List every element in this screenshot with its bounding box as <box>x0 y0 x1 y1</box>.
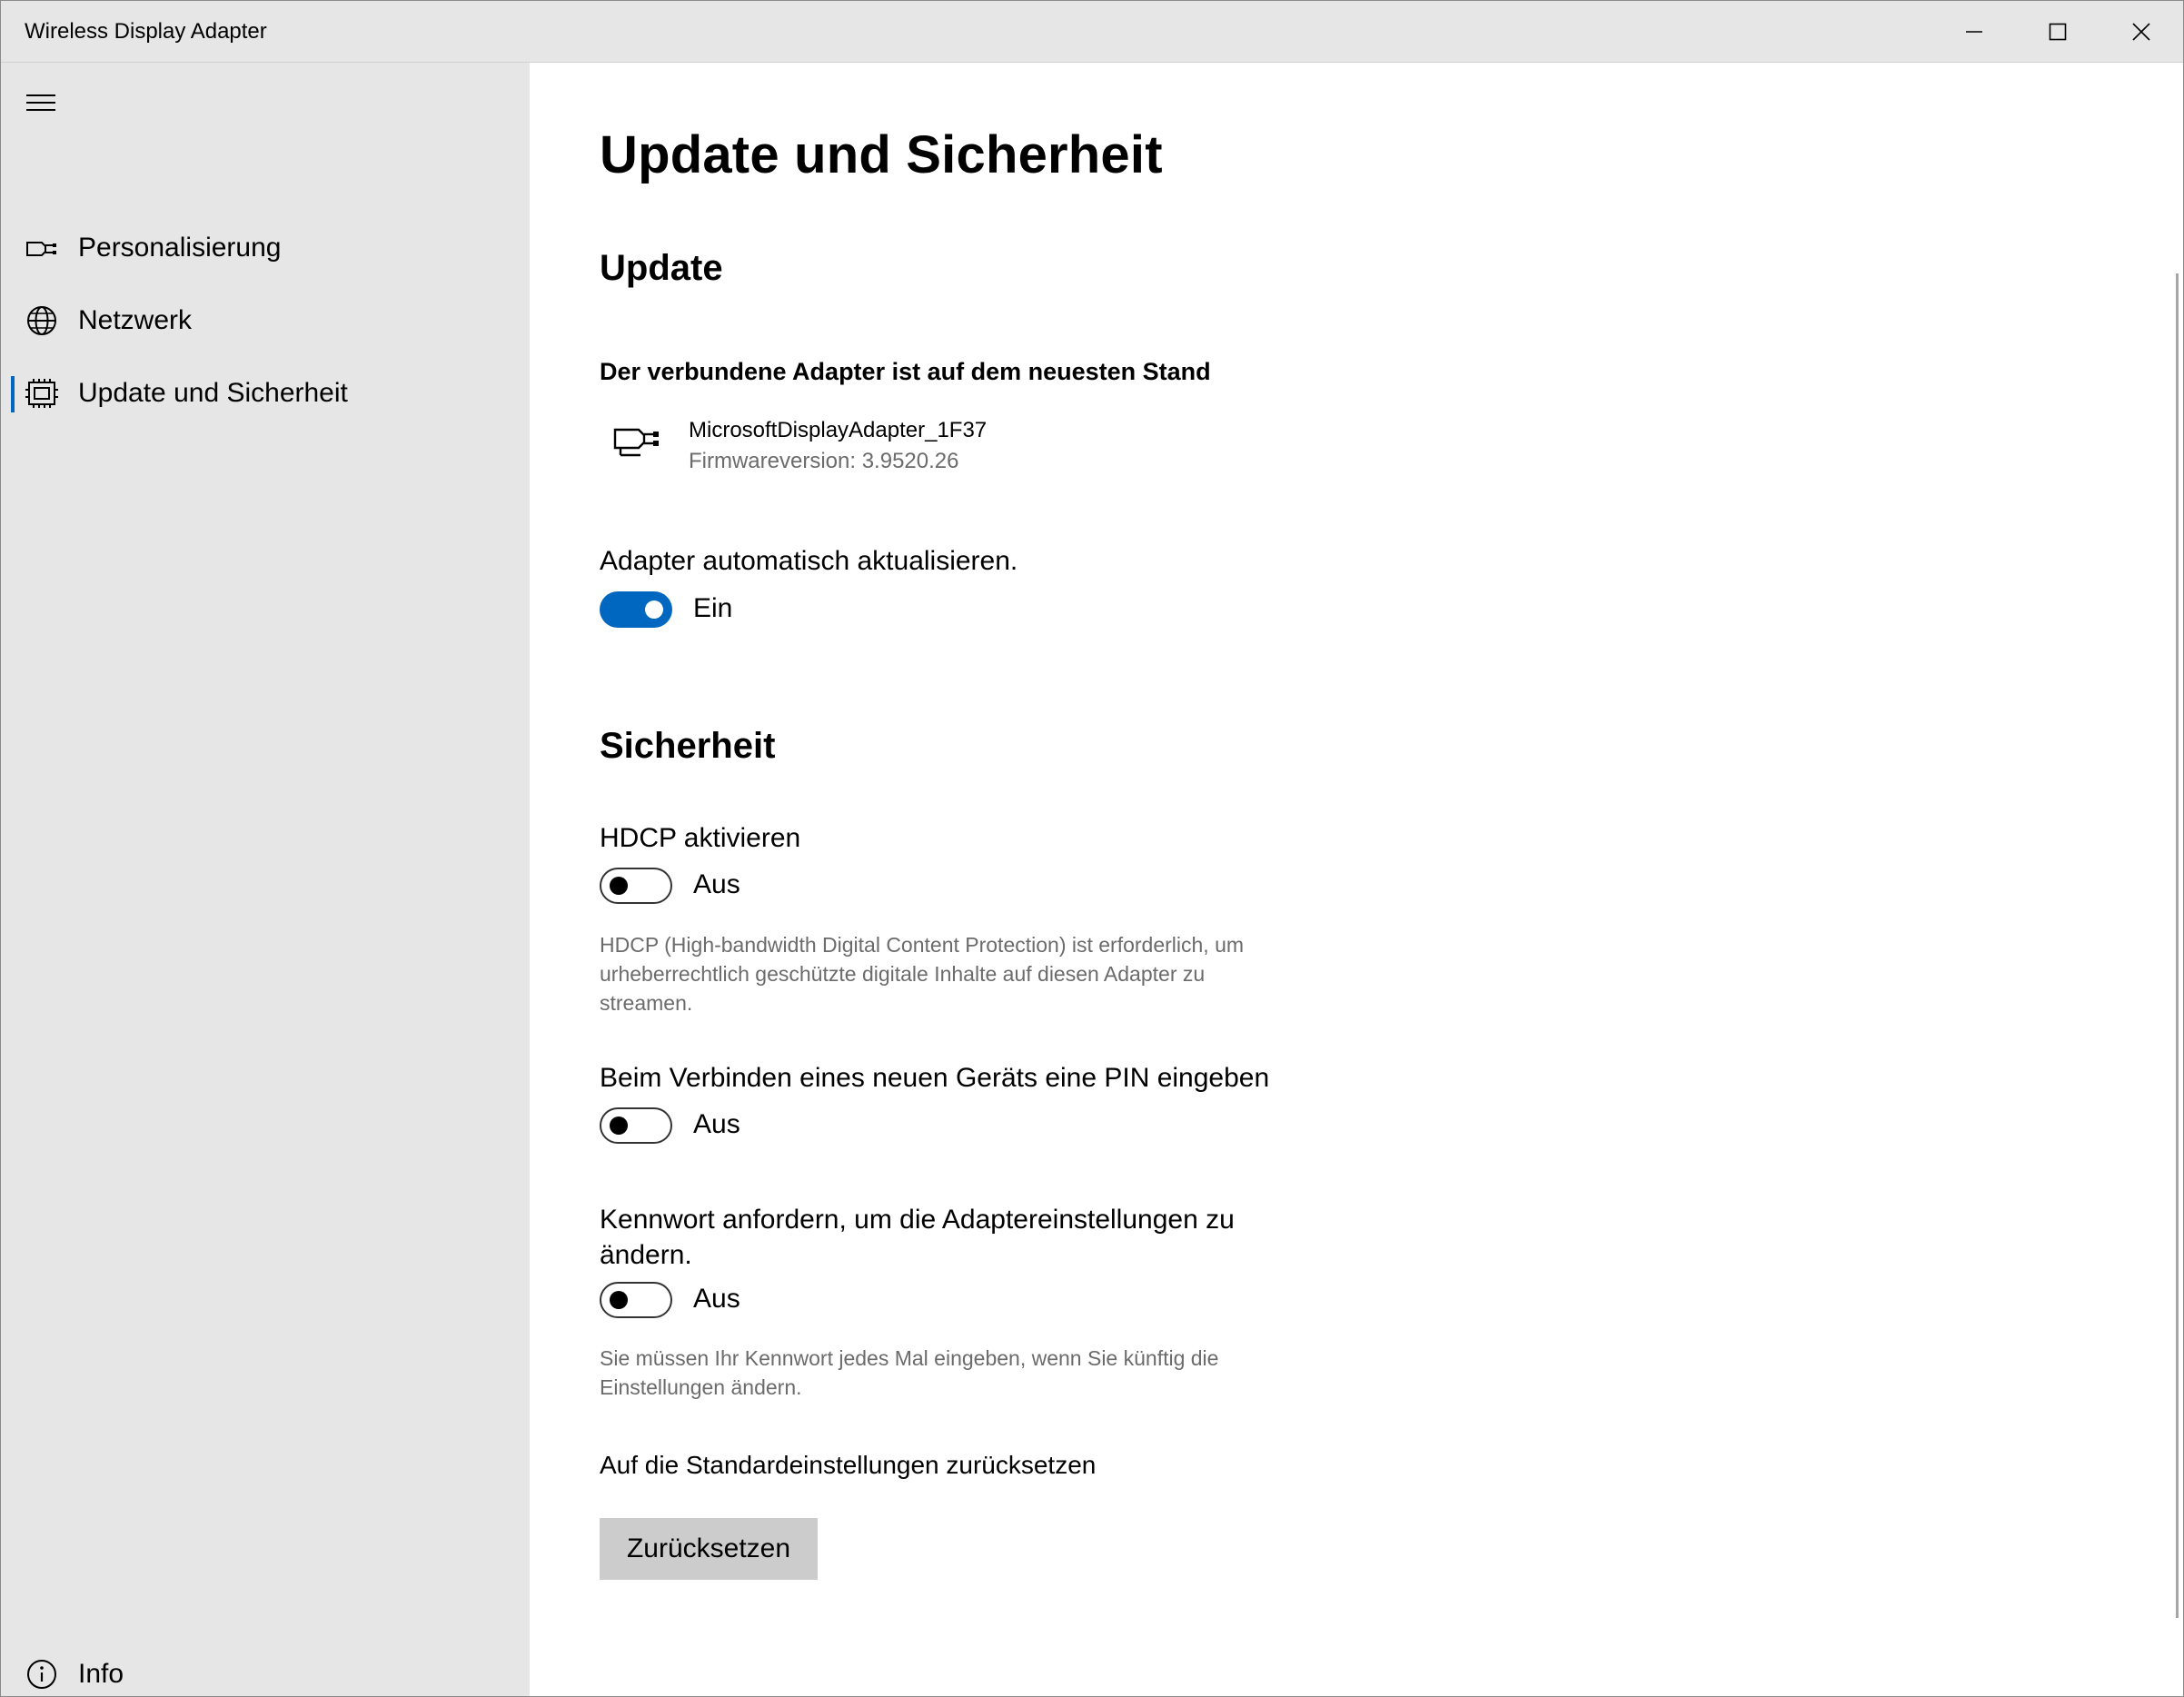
minimize-icon <box>1966 30 1982 33</box>
title-bar: Wireless Display Adapter <box>1 1 2183 63</box>
chip-icon <box>25 377 59 410</box>
maximize-icon <box>2049 23 2067 40</box>
pin-state: Aus <box>693 1109 740 1139</box>
reset-label: Auf die Standardeinstellungen zurücksetz… <box>600 1451 1097 1479</box>
app-window: Wireless Display Adapter Personalisierun… <box>0 0 2184 1697</box>
update-status: Der verbundene Adapter ist auf dem neues… <box>600 358 1211 385</box>
password-description: Sie müssen Ihr Kennwort jedes Mal eingeb… <box>600 1346 1219 1399</box>
globe-icon <box>25 304 59 337</box>
page-title: Update und Sicherheit <box>600 125 1163 184</box>
sidebar-item-netzwerk[interactable]: Netzwerk <box>1 288 530 353</box>
password-toggle[interactable] <box>600 1282 672 1318</box>
hdcp-label: HDCP aktivieren <box>600 823 801 853</box>
toggle-knob <box>610 1116 628 1135</box>
security-heading: Sicherheit <box>600 726 776 766</box>
hamburger-menu-button[interactable] <box>19 83 63 123</box>
adapter-icon <box>613 419 660 459</box>
active-indicator <box>11 376 15 412</box>
firmware-version: Firmwareversion: 3.9520.26 <box>689 449 959 473</box>
personalization-icon <box>25 232 59 264</box>
pin-label: Beim Verbinden eines neuen Geräts eine P… <box>600 1063 1270 1093</box>
close-icon <box>2132 22 2150 41</box>
sidebar-item-label: Update und Sicherheit <box>78 378 348 408</box>
main-content: Update und Sicherheit Update Der verbund… <box>530 63 2183 1696</box>
toggle-knob <box>610 1291 628 1309</box>
sidebar: Personalisierung Netzwerk Update und Sic… <box>1 63 530 1696</box>
pin-toggle[interactable] <box>600 1107 672 1144</box>
auto-update-label: Adapter automatisch aktualisieren. <box>600 546 1018 576</box>
sidebar-item-label: Info <box>78 1659 124 1689</box>
hdcp-state: Aus <box>693 869 740 899</box>
auto-update-state: Ein <box>693 593 733 623</box>
sidebar-item-label: Netzwerk <box>78 305 193 335</box>
device-name: MicrosoftDisplayAdapter_1F37 <box>689 418 988 442</box>
password-state: Aus <box>693 1284 740 1314</box>
reset-button[interactable]: Zurücksetzen <box>600 1518 818 1580</box>
window-title: Wireless Display Adapter <box>25 19 267 44</box>
auto-update-toggle[interactable] <box>600 591 672 628</box>
update-heading: Update <box>600 248 723 288</box>
scrollbar[interactable] <box>2176 273 2179 1618</box>
hamburger-icon <box>26 94 55 111</box>
sidebar-item-label: Personalisierung <box>78 233 282 263</box>
toggle-knob <box>645 600 663 619</box>
minimize-button[interactable] <box>1932 1 2016 62</box>
maximize-button[interactable] <box>2016 1 2100 62</box>
sidebar-item-update-und-sicherheit[interactable]: Update und Sicherheit <box>1 361 530 426</box>
password-label: Kennwort anfordern, um die Adaptereinste… <box>600 1205 1235 1270</box>
hdcp-description: HDCP (High-bandwidth Digital Content Pro… <box>600 933 1245 1015</box>
info-icon <box>25 1658 59 1691</box>
close-button[interactable] <box>2100 1 2183 62</box>
hdcp-toggle[interactable] <box>600 868 672 904</box>
sidebar-item-info[interactable]: Info <box>1 1642 530 1696</box>
toggle-knob <box>610 877 628 895</box>
sidebar-item-personalisierung[interactable]: Personalisierung <box>1 215 530 281</box>
